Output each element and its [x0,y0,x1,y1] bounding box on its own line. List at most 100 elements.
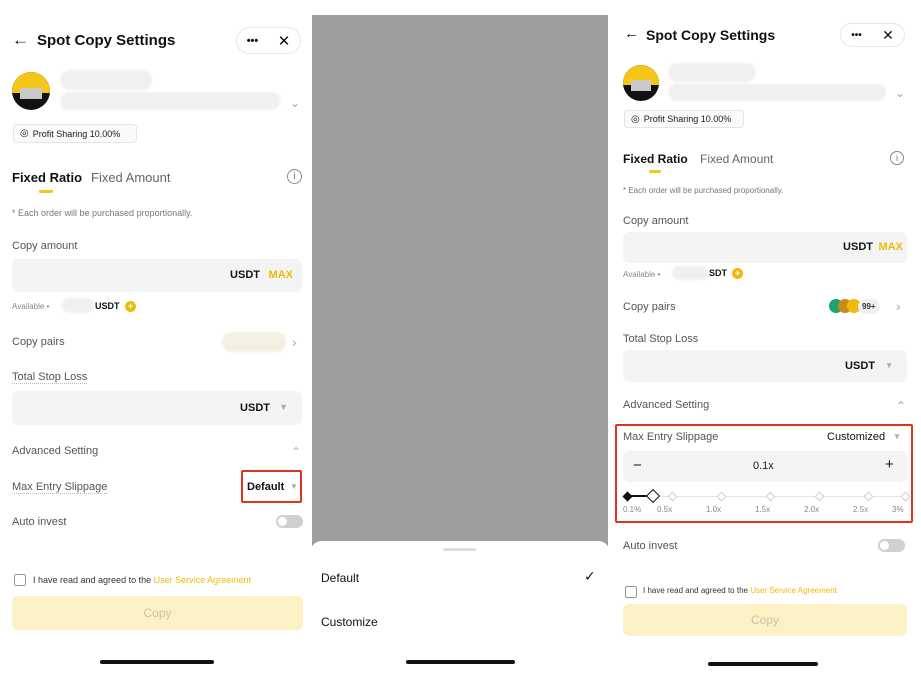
agreement-checkbox[interactable] [14,574,26,586]
slider-mark [765,491,776,502]
auto-invest-toggle[interactable] [878,539,905,552]
slippage-slider[interactable] [622,488,911,504]
available-amount-blurred [672,266,708,280]
advanced-setting-label: Advanced Setting [12,445,99,457]
coin-icon[interactable]: + [125,301,136,312]
back-arrow-icon[interactable]: ← [624,25,639,42]
tab-fixed-amount[interactable]: Fixed Amount [700,152,773,166]
tab-fixed-amount[interactable]: Fixed Amount [91,170,171,185]
increase-button[interactable]: + [885,456,894,473]
agreement-prefix: I have read and agreed to the [643,586,748,595]
tab-fixed-ratio[interactable]: Fixed Ratio [623,152,688,166]
copy-amount-input[interactable]: USDT MAX [12,259,302,292]
copy-pairs-label: Copy pairs [623,301,676,313]
tab-indicator [39,190,53,193]
copy-pairs-blurred[interactable] [222,332,286,352]
option-customize-label: Customize [321,615,378,629]
decrease-button[interactable]: − [633,457,642,474]
slippage-mode-dropdown[interactable]: Customized [827,431,885,443]
back-arrow-icon[interactable]: ← [12,30,29,50]
copy-button[interactable]: Copy [623,604,907,636]
available-label: Available • [12,302,50,311]
chevron-up-icon[interactable]: ⌃ [896,399,906,413]
dropdown-caret-icon[interactable]: ▼ [290,482,298,491]
agreement-text: I have read and agreed to the User Servi… [643,586,837,595]
total-stop-loss-label: Total Stop Loss [12,371,88,384]
left-screen: ← Spot Copy Settings ••• ✕ ⌄ ◎ Profit Sh… [0,0,310,674]
middle-screen: Default ✓ Customize [310,0,610,674]
chevron-down-icon[interactable]: ⌄ [290,96,300,110]
slippage-dropdown[interactable]: Default [247,481,284,493]
copy-amount-label: Copy amount [12,240,78,252]
stop-loss-input[interactable]: USDT ▼ [12,391,302,425]
trader-name-blurred [668,63,756,82]
copy-amount-currency: USDT [230,269,260,281]
close-icon[interactable]: ✕ [278,32,291,50]
copy-pairs-label: Copy pairs [12,336,65,348]
advanced-setting-label: Advanced Setting [623,399,710,411]
chevron-up-icon[interactable]: ⌃ [291,445,301,459]
dropdown-caret-icon[interactable]: ▼ [893,432,901,441]
auto-invest-toggle[interactable] [276,515,303,528]
agreement-text: I have read and agreed to the User Servi… [33,575,251,585]
trader-info-blurred [60,92,280,110]
page-title: Spot Copy Settings [646,27,776,43]
slider-mark [716,491,727,502]
agreement-prefix: I have read and agreed to the [33,575,152,585]
chevron-down-icon[interactable]: ⌄ [895,86,905,100]
copy-button[interactable]: Copy [12,596,303,630]
auto-invest-label: Auto invest [12,516,67,528]
chevron-right-icon[interactable]: › [292,334,297,350]
user-service-agreement-link[interactable]: User Service Agreement [154,575,252,585]
max-entry-slippage-label: Max Entry Slippage [12,481,108,494]
home-indicator [708,662,818,666]
option-default-label: Default [321,571,360,585]
slider-tick-label: 0.1% [623,505,642,514]
home-indicator [100,660,214,664]
max-button[interactable]: MAX [879,241,903,253]
tab-fixed-ratio[interactable]: Fixed Ratio [12,170,82,185]
header-actions: ••• ✕ [236,27,301,54]
slider-thumb[interactable] [645,488,661,504]
copy-amount-label: Copy amount [623,215,689,227]
tab-indicator [649,170,661,173]
info-icon[interactable]: i [287,169,302,184]
stop-loss-currency: USDT [240,402,270,414]
profit-sharing-badge: ◎ Profit Sharing 10.00% [624,110,744,128]
chevron-right-icon[interactable]: › [896,298,901,314]
option-customize[interactable]: Customize [310,607,610,635]
dim-overlay[interactable] [312,15,608,555]
info-icon[interactable]: i [890,151,904,165]
dropdown-caret-icon[interactable]: ▼ [885,361,893,370]
more-icon[interactable]: ••• [851,30,862,41]
slider-tick-label: 2.0x [804,505,820,514]
right-screen: ← Spot Copy Settings ••• ✕ ⌄ ◎ Profit Sh… [610,0,921,674]
slippage-value[interactable]: 0.1x [753,460,774,472]
dropdown-caret-icon[interactable]: ▼ [279,402,288,412]
bottom-sheet: Default ✓ Customize [310,541,610,674]
header-actions: ••• ✕ [840,23,905,47]
user-service-agreement-link[interactable]: User Service Agreement [750,586,837,595]
stop-loss-input[interactable]: USDT ▼ [623,350,907,382]
copy-pairs-coins[interactable]: 99+ [829,298,891,315]
avatar [623,65,659,101]
copy-amount-input[interactable]: USDT MAX [623,232,907,263]
trader-info-blurred [668,84,886,101]
slider-tick-labels: 0.1% 0.5x 1.0x 1.5x 2.0x 2.5x 3% [623,505,907,517]
order-note: * Each order will be purchased proportio… [12,208,193,218]
avatar [12,72,50,110]
slider-tick-label: 0.5x [657,505,673,514]
order-note: * Each order will be purchased proportio… [623,186,784,195]
option-default[interactable]: Default ✓ [310,563,610,591]
coin-icon[interactable]: + [732,268,743,279]
more-icon[interactable]: ••• [247,35,259,47]
copy-pairs-count: 99+ [858,299,880,314]
max-entry-slippage-label: Max Entry Slippage [623,431,719,443]
slider-start-mark [622,491,633,502]
max-button[interactable]: MAX [269,269,293,281]
agreement-checkbox[interactable] [625,586,637,598]
copy-amount-currency: USDT [843,241,873,253]
slider-mark [667,491,678,502]
close-icon[interactable]: ✕ [882,27,894,44]
sheet-handle[interactable] [443,548,476,551]
